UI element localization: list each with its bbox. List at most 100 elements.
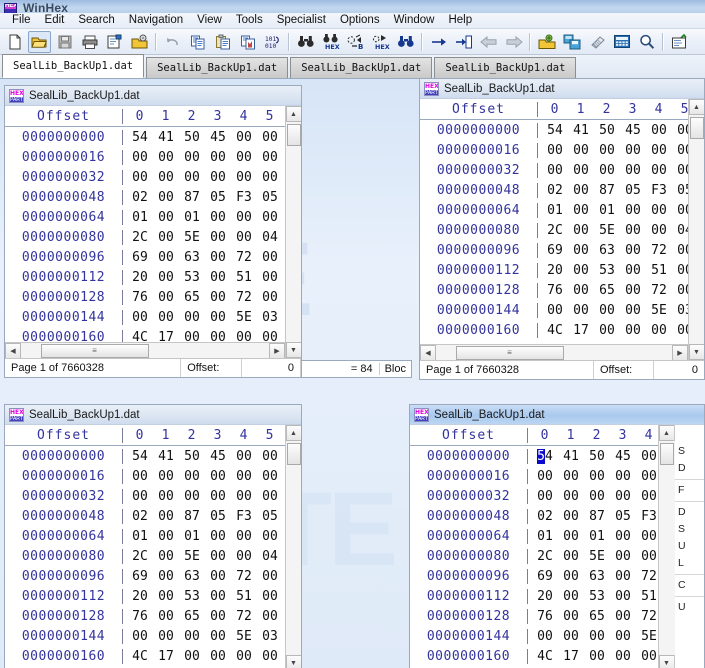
hex-byte[interactable]: 17 — [568, 323, 594, 338]
hex-byte[interactable]: 00 — [153, 270, 179, 285]
hex-byte[interactable]: 00 — [205, 549, 231, 564]
vscroll-track[interactable] — [285, 122, 301, 342]
hex-byte[interactable]: 41 — [568, 123, 594, 138]
menu-window[interactable]: Window — [387, 13, 442, 28]
hex-row[interactable]: 0000000128760065007200 — [5, 606, 285, 626]
hex-byte[interactable]: 01 — [532, 529, 558, 544]
hex-row[interactable]: 00000001604C1700000000 — [410, 646, 658, 666]
hex-byte[interactable]: 02 — [127, 190, 153, 205]
hex-byte[interactable]: 00 — [257, 529, 283, 544]
hex-byte[interactable]: 03 — [257, 310, 283, 325]
hex-byte[interactable]: 53 — [594, 263, 620, 278]
menu-search[interactable]: Search — [71, 13, 121, 28]
hex-row[interactable]: 000000004802008705F305 — [5, 506, 285, 526]
hex-byte[interactable]: 01 — [542, 203, 568, 218]
hex-byte[interactable]: 00 — [205, 150, 231, 165]
hex-byte[interactable]: 63 — [584, 569, 610, 584]
hex-byte[interactable]: 00 — [257, 609, 283, 624]
hex-row[interactable]: 00000000802C005E000004 — [410, 546, 658, 566]
scroll-up-arrow[interactable]: ▲ — [285, 425, 301, 441]
hex-byte[interactable]: F3 — [646, 183, 672, 198]
hex-byte[interactable]: 2C — [127, 230, 153, 245]
hex-row[interactable]: 0000000064010001000000 — [410, 526, 658, 546]
hex-rows-3[interactable]: 0000000000 54 41 50 45 00 00 0000000016 00 00 00 00… — [5, 446, 285, 668]
analyze-icon[interactable] — [635, 31, 658, 53]
hex-row[interactable]: 0000000144000000005E03 — [410, 626, 658, 646]
hex-byte[interactable]: 87 — [179, 509, 205, 524]
hex-byte[interactable]: 00 — [205, 310, 231, 325]
hex-byte[interactable]: 03 — [672, 303, 688, 318]
hex-rows-4[interactable]: 0000000000544150450000000000001600000000… — [410, 446, 658, 668]
hex-byte[interactable]: 01 — [584, 529, 610, 544]
hex-byte[interactable]: 00 — [231, 489, 257, 504]
hex-row[interactable]: 0000000000544150450000 — [420, 120, 688, 140]
hex-byte[interactable]: 00 — [568, 283, 594, 298]
hex-byte[interactable]: 00 — [558, 589, 584, 604]
hex-row[interactable]: 0000000096690063007200 — [420, 240, 688, 260]
hex-row[interactable]: 0000000112200053005100 — [420, 260, 688, 280]
hex-byte[interactable]: 00 — [205, 170, 231, 185]
hex-row[interactable]: 0000000000544150450000 — [5, 446, 285, 466]
hex-byte[interactable]: 00 — [636, 529, 658, 544]
hex-row-bytes[interactable]: 4C1700000000 — [123, 649, 283, 664]
open-file-icon[interactable] — [28, 30, 51, 53]
hex-row[interactable]: 000000004802008705F305 — [420, 180, 688, 200]
hex-byte[interactable]: 00 — [672, 123, 688, 138]
hex-byte[interactable]: 00 — [153, 509, 179, 524]
scroll-down-arrow[interactable]: ▼ — [285, 342, 301, 358]
hex-byte[interactable]: 05 — [620, 183, 646, 198]
data-inspector-panel[interactable]: SDFDSULCU — [674, 425, 704, 668]
hex-row-bytes[interactable]: 000000000000 — [528, 489, 658, 504]
hex-byte[interactable]: 05 — [672, 183, 688, 198]
hex-row-bytes[interactable]: 000000000000 — [123, 469, 283, 484]
hex-byte[interactable]: 05 — [257, 509, 283, 524]
hex-view-2[interactable]: Offset 0 1 2 3 4 5 000000000054415045000… — [420, 99, 688, 360]
hex-byte[interactable]: 00 — [153, 250, 179, 265]
hex-byte[interactable]: 01 — [127, 210, 153, 225]
hex-byte[interactable]: 03 — [257, 629, 283, 644]
hex-byte[interactable]: 00 — [542, 143, 568, 158]
hex-view-1[interactable]: Offset 0 1 2 3 4 5 0000000000 54 41 50 45 00 0… — [5, 106, 285, 358]
hex-byte[interactable]: 17 — [153, 649, 179, 664]
hex-byte[interactable]: 4C — [127, 330, 153, 343]
hex-byte[interactable]: 00 — [231, 449, 257, 464]
hex-row[interactable]: 0000000032000000000000 — [5, 167, 285, 187]
replace-hex-icon[interactable]: HEX — [369, 31, 392, 53]
menu-navigation[interactable]: Navigation — [122, 13, 190, 28]
scroll-up-arrow[interactable]: ▲ — [688, 99, 704, 115]
hex-window-4-title-bar[interactable]: HEXPARTS SealLib_BackUp1.dat — [410, 405, 704, 425]
hex-row[interactable]: 0000000112200053005100 — [5, 586, 285, 606]
hex-byte[interactable]: 00 — [231, 529, 257, 544]
hex-byte[interactable]: 00 — [620, 303, 646, 318]
hex-byte[interactable]: 00 — [620, 283, 646, 298]
hex-byte[interactable]: 76 — [127, 609, 153, 624]
hex-row-bytes[interactable]: 690063007200 — [123, 569, 283, 584]
hex-byte[interactable]: 00 — [179, 170, 205, 185]
hex-byte[interactable]: 02 — [127, 509, 153, 524]
vscroll-thumb[interactable] — [286, 443, 301, 465]
vscroll-thumb[interactable] — [286, 124, 301, 146]
hex-byte[interactable]: 00 — [153, 310, 179, 325]
hex-byte[interactable]: 00 — [127, 150, 153, 165]
hex-byte[interactable]: 00 — [179, 489, 205, 504]
hex-row-bytes[interactable]: 000000000000 — [123, 150, 283, 165]
hex-byte[interactable]: 00 — [610, 489, 636, 504]
hex-byte[interactable]: 00 — [153, 529, 179, 544]
hex-byte[interactable]: 4C — [532, 649, 558, 664]
hex-byte[interactable]: 00 — [610, 569, 636, 584]
hex-byte[interactable]: 69 — [542, 243, 568, 258]
hex-byte[interactable]: 45 — [205, 130, 231, 145]
hex-byte[interactable]: 72 — [231, 290, 257, 305]
hex-row-bytes[interactable]: 544150450000 — [528, 448, 658, 464]
hex-byte[interactable]: 00 — [610, 549, 636, 564]
hex-row[interactable]: 00000001604C1700000000 — [420, 320, 688, 340]
hex-byte[interactable]: 72 — [231, 569, 257, 584]
hex-byte[interactable]: 00 — [672, 263, 688, 278]
hex-byte[interactable]: 00 — [532, 629, 558, 644]
hex-byte[interactable]: 00 — [257, 290, 283, 305]
hex-byte[interactable]: 00 — [558, 469, 584, 484]
find-hex-icon[interactable]: HEX — [319, 31, 342, 53]
hex-byte[interactable]: 00 — [646, 163, 672, 178]
hex-row-bytes[interactable]: 200053005100 — [123, 270, 283, 285]
hex-row-bytes[interactable]: 544150450000 — [123, 130, 283, 145]
